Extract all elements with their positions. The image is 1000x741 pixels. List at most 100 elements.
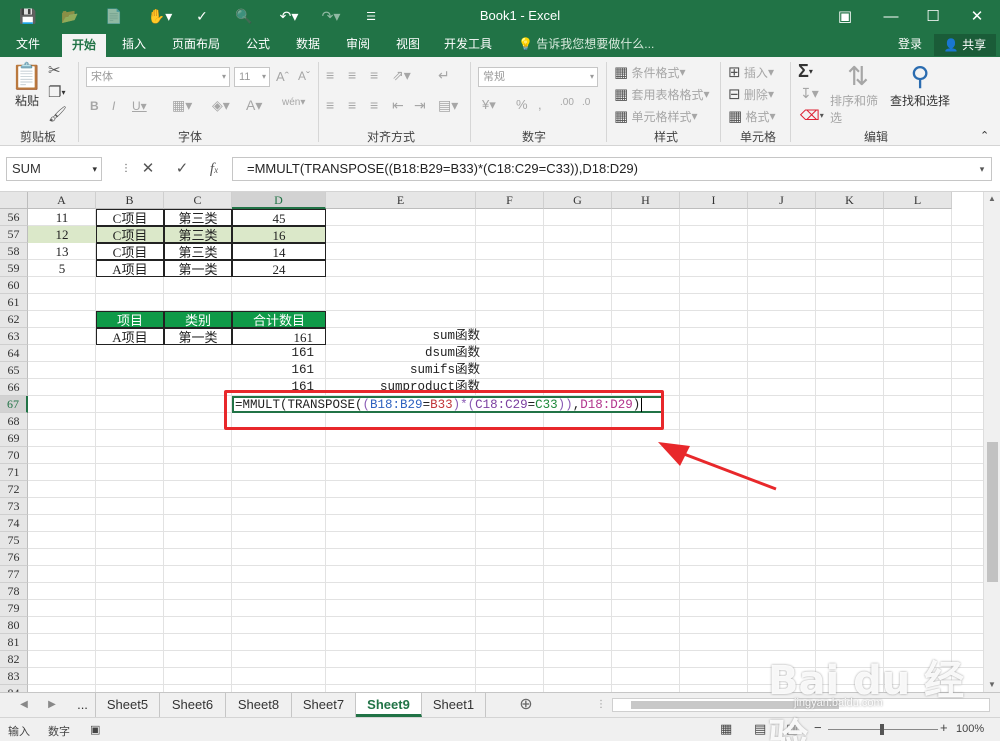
row-header-64[interactable]: 64 <box>0 345 28 362</box>
row-header-73[interactable]: 73 <box>0 498 28 515</box>
align-middle-icon[interactable]: ≡ <box>348 67 356 83</box>
column-header-j[interactable]: J <box>748 192 816 209</box>
row-header-61[interactable]: 61 <box>0 294 28 311</box>
format-painter-icon[interactable]: 🖌 <box>48 105 67 123</box>
number-format-select[interactable]: 常规 ▾ <box>478 67 598 87</box>
cell-b57[interactable]: C项目 <box>96 226 164 243</box>
bold-icon[interactable]: B <box>90 99 99 113</box>
customize-qat-icon[interactable]: ☰ <box>364 6 378 26</box>
column-header-b[interactable]: B <box>96 192 164 209</box>
column-header-i[interactable]: I <box>680 192 748 209</box>
close-icon[interactable]: ✕ <box>954 0 1000 32</box>
cell-c58[interactable]: 第三类 <box>164 243 232 260</box>
touch-mode-icon[interactable]: ✋▾ <box>146 6 174 26</box>
page-layout-view-icon[interactable]: ▤ <box>754 721 766 737</box>
row-header-74[interactable]: 74 <box>0 515 28 532</box>
grow-font-icon[interactable]: Aˆ <box>276 69 289 84</box>
tab-view[interactable]: 视图 <box>386 32 430 57</box>
share-button[interactable]: 👤 共享 <box>934 34 996 56</box>
tell-me-search[interactable]: 💡 告诉我您想要做什么... <box>518 32 654 57</box>
undo-icon[interactable]: ↶▾ <box>274 6 304 26</box>
column-header-d[interactable]: D <box>232 192 326 209</box>
clear-icon[interactable]: ⌫ ▾ <box>800 107 824 124</box>
scroll-up-icon[interactable]: ▲ <box>988 194 996 203</box>
vertical-scrollbar[interactable]: ▲ ▼ <box>983 192 1000 692</box>
cell-b56[interactable]: C项目 <box>96 209 164 226</box>
ribbon-display-icon[interactable]: ▣ <box>822 0 868 32</box>
comma-style-icon[interactable]: , <box>538 97 542 112</box>
cell-a59[interactable]: 5 <box>28 260 96 277</box>
tab-split-handle[interactable]: ⋮ <box>596 693 606 717</box>
column-header-h[interactable]: H <box>612 192 680 209</box>
row-header-62[interactable]: 62 <box>0 311 28 328</box>
fill-icon[interactable]: ↧▾ <box>800 85 819 102</box>
cell-d58[interactable]: 14 <box>232 243 326 260</box>
paste-button[interactable]: 📋 粘贴 <box>10 61 44 109</box>
fill-color-icon[interactable]: ◈▾ <box>212 97 230 114</box>
increase-decimal-icon[interactable]: .00 <box>560 97 574 108</box>
tab-formulas[interactable]: 公式 <box>236 32 280 57</box>
row-header-84[interactable]: 84 <box>0 685 28 692</box>
cell-a57[interactable]: 12 <box>28 226 96 243</box>
cancel-entry-icon[interactable]: ✕ <box>134 157 162 181</box>
insert-function-icon[interactable]: fx <box>200 157 228 181</box>
cell-e63[interactable]: sum函数 <box>330 328 480 345</box>
name-box[interactable]: SUM ▾ <box>6 157 102 181</box>
row-header-75[interactable]: 75 <box>0 532 28 549</box>
font-size-select[interactable]: 11 ▾ <box>234 67 270 87</box>
shrink-font-icon[interactable]: Aˇ <box>298 69 310 83</box>
cell-d62-header[interactable]: 合计数目 <box>232 311 326 328</box>
find-select-button[interactable]: ⚲ 查找和选择 <box>890 61 950 109</box>
decrease-indent-icon[interactable]: ⇤ <box>392 97 404 114</box>
row-header-56[interactable]: 56 <box>0 209 28 226</box>
merge-center-icon[interactable]: ▤▾ <box>438 97 458 114</box>
cell-d56[interactable]: 45 <box>232 209 326 226</box>
tab-review[interactable]: 审阅 <box>336 32 380 57</box>
cell-styles-button[interactable]: ▦ 单元格样式 ▾ <box>614 107 698 125</box>
cell-c62-header[interactable]: 类别 <box>164 311 232 328</box>
row-header-63[interactable]: 63 <box>0 328 28 345</box>
cell-c63[interactable]: 第一类 <box>164 328 232 345</box>
confirm-entry-icon[interactable]: ✓ <box>168 157 196 181</box>
delete-cells-button[interactable]: ⊟ 删除 ▾ <box>728 85 774 103</box>
wrap-text-icon[interactable]: ↵ <box>438 67 450 84</box>
cell-b58[interactable]: C项目 <box>96 243 164 260</box>
next-sheet-icon[interactable]: ▶ <box>42 693 62 717</box>
insert-cells-button[interactable]: ⊞ 插入 ▾ <box>728 63 774 81</box>
tab-developer[interactable]: 开发工具 <box>438 32 498 57</box>
column-header-a[interactable]: A <box>28 192 96 209</box>
format-cells-button[interactable]: ▦ 格式 ▾ <box>728 107 776 125</box>
redo-icon[interactable]: ↷▾ <box>316 6 346 26</box>
cell-a58[interactable]: 13 <box>28 243 96 260</box>
row-header-66[interactable]: 66 <box>0 379 28 396</box>
row-header-57[interactable]: 57 <box>0 226 28 243</box>
row-header-80[interactable]: 80 <box>0 617 28 634</box>
decrease-decimal-icon[interactable]: .0 <box>582 97 590 108</box>
cell-d63[interactable]: 161 <box>232 328 326 345</box>
borders-icon[interactable]: ▦▾ <box>172 97 192 114</box>
open-icon[interactable]: 📂 <box>60 6 80 26</box>
tab-insert[interactable]: 插入 <box>112 32 156 57</box>
column-header-c[interactable]: C <box>164 192 232 209</box>
orientation-icon[interactable]: ⇗▾ <box>392 67 411 84</box>
new-icon[interactable]: 📄 <box>104 6 124 26</box>
cell-b59[interactable]: A项目 <box>96 260 164 277</box>
spellcheck-icon[interactable]: ✓ <box>192 6 212 26</box>
cell-d57[interactable]: 16 <box>232 226 326 243</box>
cell-c56[interactable]: 第三类 <box>164 209 232 226</box>
column-header-k[interactable]: K <box>816 192 884 209</box>
normal-view-icon[interactable]: ▦ <box>720 721 732 737</box>
align-left-icon[interactable]: ≡ <box>326 97 334 113</box>
cell-d64[interactable]: 161 <box>232 345 326 362</box>
percent-icon[interactable]: % <box>516 97 528 112</box>
sheet-tab-sheet5[interactable]: Sheet5 <box>96 693 160 717</box>
align-bottom-icon[interactable]: ≡ <box>370 67 378 83</box>
cut-icon[interactable]: ✂ <box>48 61 61 79</box>
vertical-scroll-thumb[interactable] <box>987 442 998 582</box>
cell-b62-header[interactable]: 项目 <box>96 311 164 328</box>
cell-c57[interactable]: 第三类 <box>164 226 232 243</box>
sheet-tab-sheet9[interactable]: Sheet9 <box>356 693 422 717</box>
tab-home[interactable]: 开始 <box>62 34 106 57</box>
column-header-f[interactable]: F <box>476 192 544 209</box>
phonetic-icon[interactable]: wén▾ <box>282 97 305 108</box>
